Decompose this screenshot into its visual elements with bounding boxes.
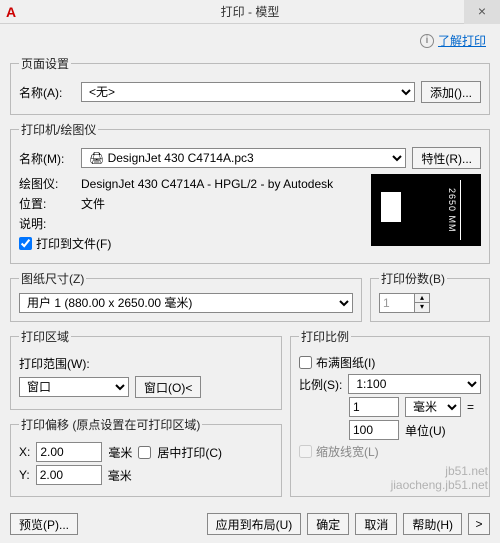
ok-button[interactable]: 确定	[307, 513, 349, 535]
center-plot-checkbox[interactable]	[138, 446, 151, 459]
info-icon: i	[420, 34, 434, 48]
add-page-setup-button[interactable]: 添加()...	[421, 81, 481, 103]
plot-scale-legend: 打印比例	[299, 328, 351, 345]
preview-button[interactable]: 预览(P)...	[10, 513, 78, 535]
offset-x-input[interactable]	[36, 442, 102, 462]
page-setup-legend: 页面设置	[19, 55, 71, 72]
fit-to-paper-label: 布满图纸(I)	[316, 354, 375, 371]
scale-unit-select[interactable]: 毫米	[405, 397, 461, 417]
plot-area-group: 打印区域 打印范围(W): 窗口 窗口(O)<	[10, 328, 282, 410]
scale-numerator-input[interactable]	[349, 397, 399, 417]
location-label: 位置:	[19, 195, 75, 212]
page-name-label: 名称(A):	[19, 84, 75, 101]
fit-to-paper-checkbox[interactable]	[299, 356, 312, 369]
printer-properties-button[interactable]: 特性(R)...	[412, 147, 481, 169]
page-name-select[interactable]: <无>	[81, 82, 415, 102]
spin-down-icon[interactable]: ▾	[415, 303, 429, 312]
center-plot-label: 居中打印(C)	[157, 444, 222, 461]
offset-x-label: X:	[19, 445, 30, 459]
app-icon: A	[6, 4, 16, 20]
plotter-value: DesignJet 430 C4714A - HPGL/2 - by Autod…	[81, 177, 333, 191]
plot-range-label: 打印范围(W):	[19, 355, 273, 372]
cancel-button[interactable]: 取消	[355, 513, 397, 535]
copies-group: 打印份数(B) ▴▾	[370, 270, 490, 322]
close-button[interactable]: ×	[464, 0, 500, 24]
printer-legend: 打印机/绘图仪	[19, 121, 98, 138]
plotter-label: 绘图仪:	[19, 175, 75, 192]
preview-dimension: 2650 MM	[447, 188, 457, 233]
offset-y-label: Y:	[19, 468, 30, 482]
plot-offset-legend: 打印偏移 (原点设置在可打印区域)	[19, 416, 202, 433]
paper-preview: 2650 MM	[371, 174, 481, 246]
help-button[interactable]: 帮助(H)	[403, 513, 462, 535]
copies-legend: 打印份数(B)	[379, 270, 447, 287]
copies-spinner[interactable]: ▴▾	[379, 293, 430, 313]
plot-to-file-checkbox[interactable]	[19, 237, 32, 250]
apply-to-layout-button[interactable]: 应用到布局(U)	[207, 513, 302, 535]
printer-group: 打印机/绘图仪 名称(M): 🖨 DesignJet 430 C4714A.pc…	[10, 121, 490, 264]
scale-lineweights-checkbox	[299, 445, 312, 458]
dialog-footer: 预览(P)... 应用到布局(U) 确定 取消 帮助(H) >	[0, 509, 500, 543]
description-label: 说明:	[19, 215, 75, 232]
plot-range-select[interactable]: 窗口	[19, 377, 129, 397]
offset-y-input[interactable]	[36, 465, 102, 485]
plot-offset-group: 打印偏移 (原点设置在可打印区域) X: 毫米 居中打印(C) Y: 毫米	[10, 416, 282, 497]
printer-name-label: 名称(M):	[19, 150, 75, 167]
scale-select[interactable]: 1:100	[348, 374, 481, 394]
window-title: 打印 - 模型	[221, 3, 280, 20]
window-pick-button[interactable]: 窗口(O)<	[135, 376, 201, 398]
plot-scale-group: 打印比例 布满图纸(I) 比例(S): 1:100 毫米 = 单位(U)	[290, 328, 490, 497]
plot-area-legend: 打印区域	[19, 328, 71, 345]
scale-den-unit: 单位(U)	[405, 422, 446, 439]
paper-size-group: 图纸尺寸(Z) 用户 1 (880.00 x 2650.00 毫米)	[10, 270, 362, 322]
scale-label: 比例(S):	[299, 376, 342, 393]
title-bar: A 打印 - 模型 ×	[0, 0, 500, 24]
offset-x-unit: 毫米	[108, 444, 132, 461]
offset-y-unit: 毫米	[108, 467, 132, 484]
location-value: 文件	[81, 195, 105, 212]
equals-sign: =	[467, 400, 474, 414]
scale-lineweights-label: 缩放线宽(L)	[316, 443, 379, 460]
expand-button[interactable]: >	[468, 513, 490, 535]
copies-input[interactable]	[379, 293, 415, 313]
paper-size-select[interactable]: 用户 1 (880.00 x 2650.00 毫米)	[19, 293, 353, 313]
scale-denominator-input[interactable]	[349, 420, 399, 440]
paper-size-legend: 图纸尺寸(Z)	[19, 270, 86, 287]
page-setup-group: 页面设置 名称(A): <无> 添加()...	[10, 55, 490, 115]
plot-to-file-label: 打印到文件(F)	[36, 235, 111, 252]
info-row: i 了解打印	[10, 30, 490, 55]
learn-print-link[interactable]: 了解打印	[438, 32, 486, 49]
printer-name-select[interactable]: 🖨 DesignJet 430 C4714A.pc3	[81, 148, 406, 168]
